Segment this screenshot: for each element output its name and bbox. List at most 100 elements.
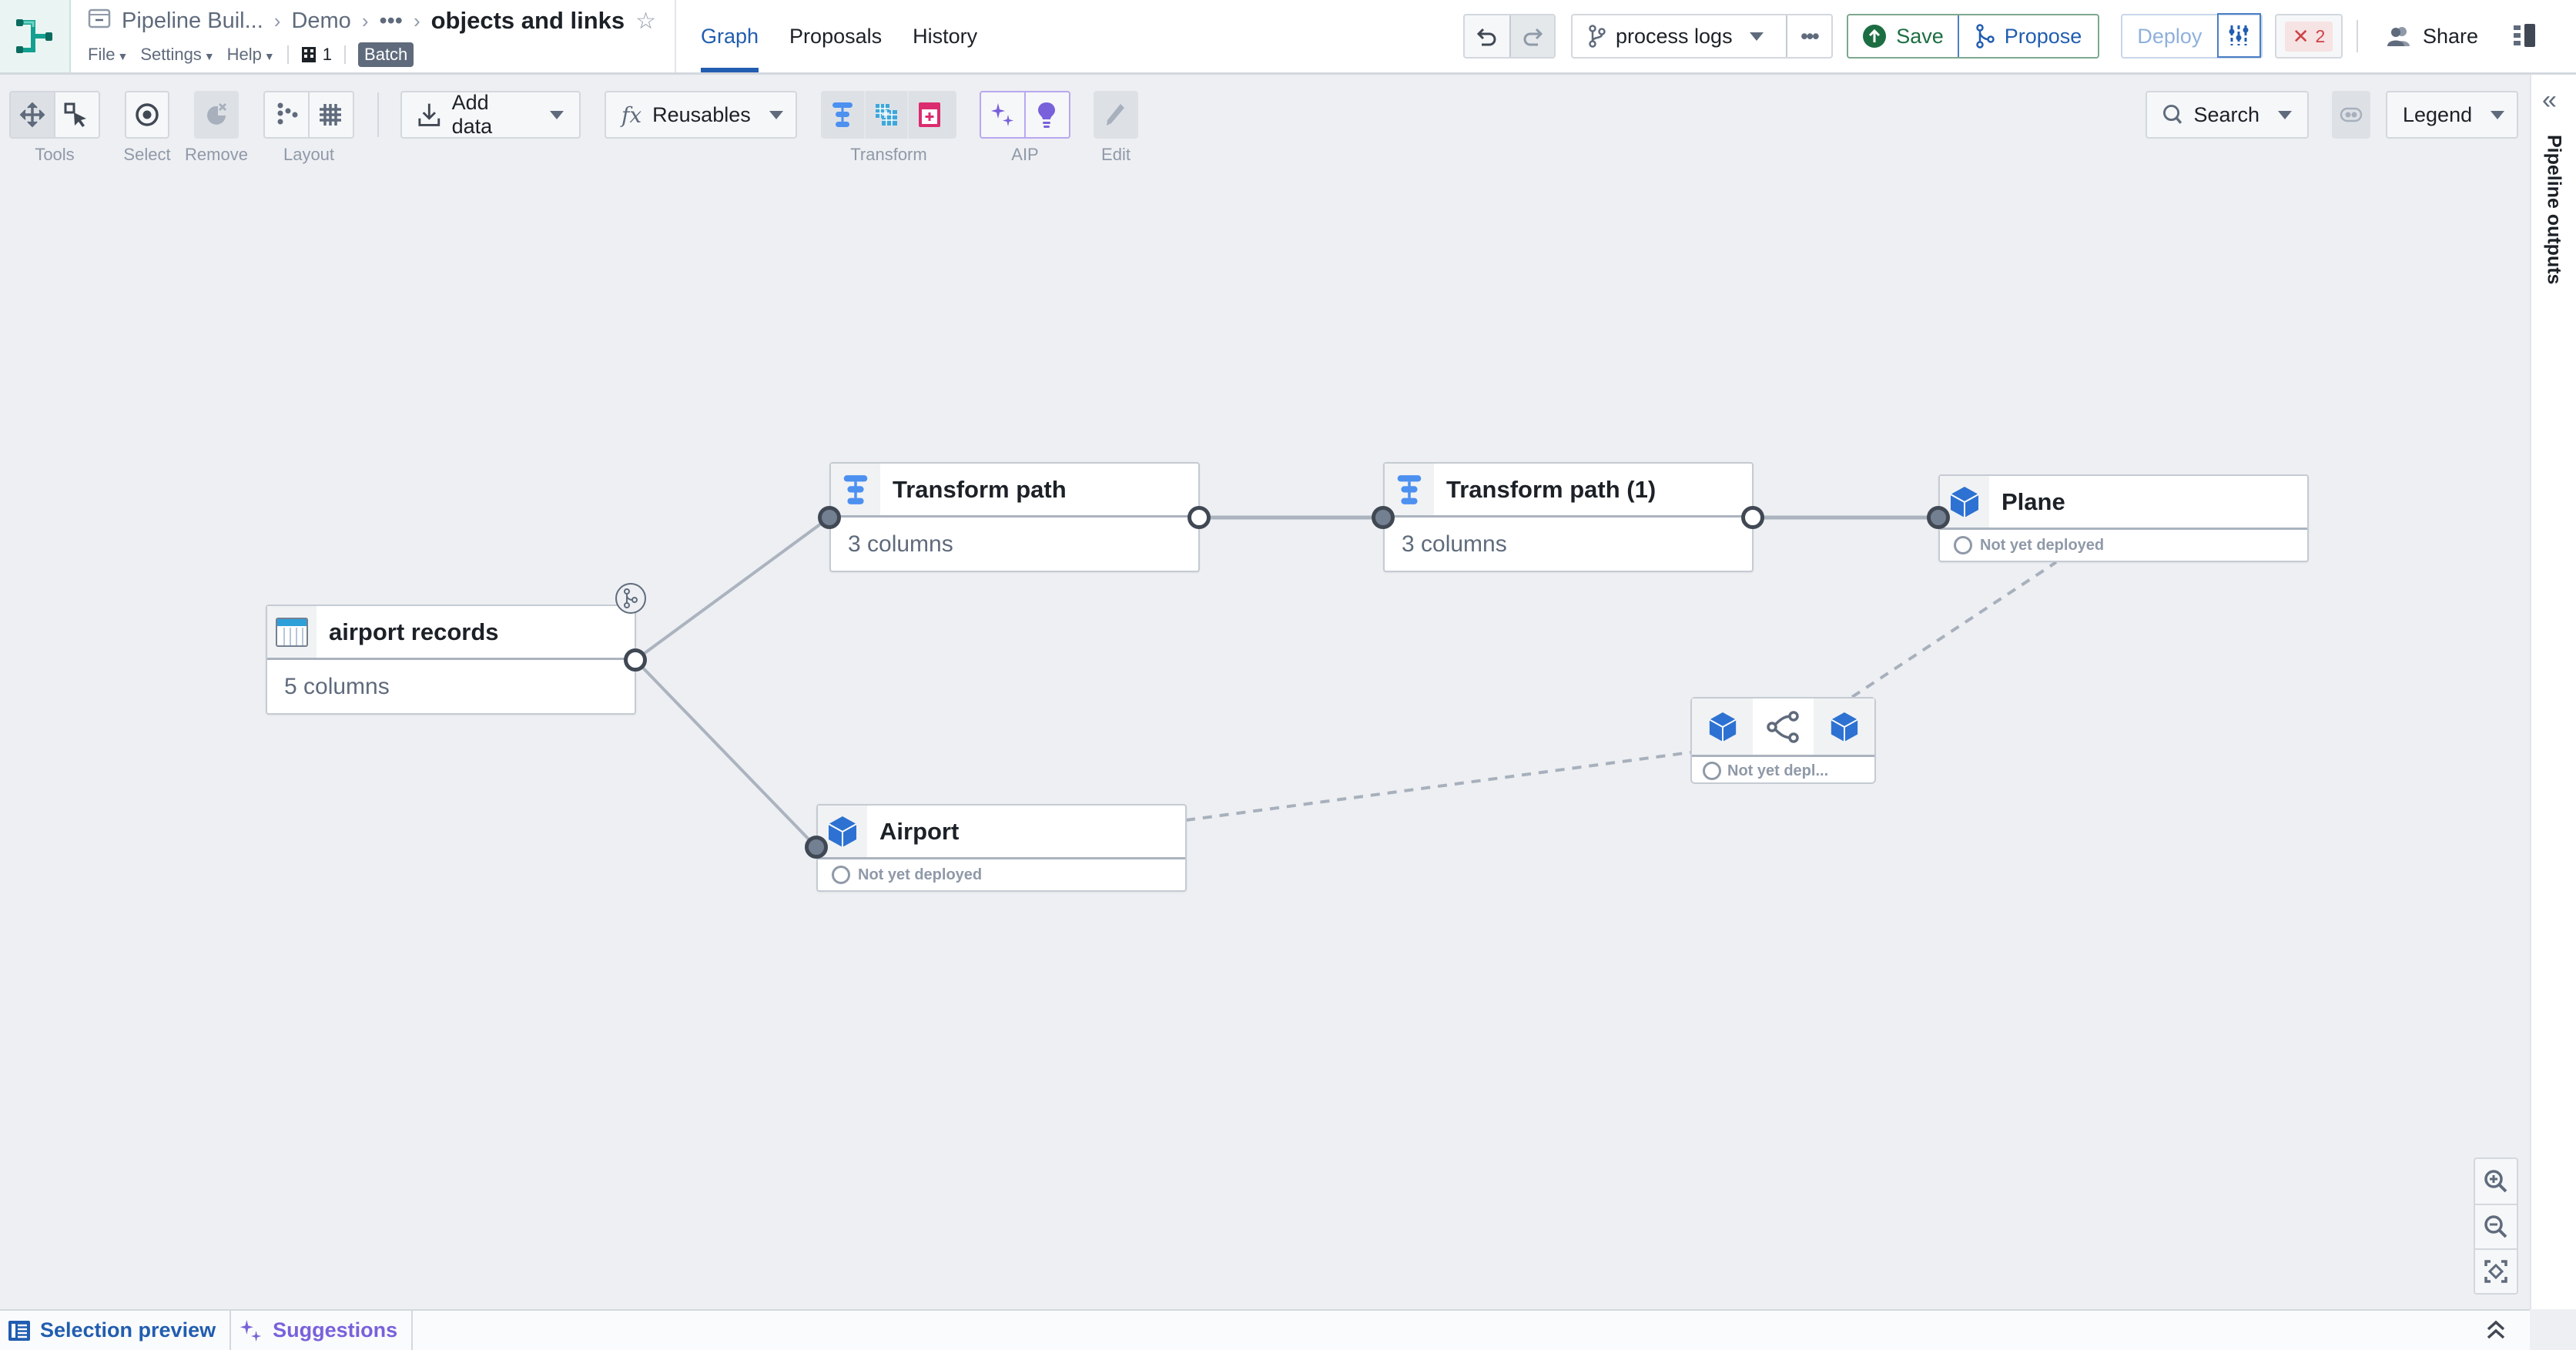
share-button[interactable]: Share xyxy=(2386,14,2478,59)
node-airport[interactable]: Airport Not yet deployed xyxy=(816,804,1187,892)
zoom-in-icon xyxy=(2484,1170,2507,1193)
legend-dropdown[interactable]: Legend xyxy=(2386,91,2518,139)
input-port[interactable] xyxy=(818,506,841,529)
breadcrumb-item-demo[interactable]: Demo xyxy=(291,8,350,34)
node-airport-records[interactable]: airport records 5 columns xyxy=(266,605,636,715)
chevrons-up-icon xyxy=(2487,1320,2505,1339)
input-port[interactable] xyxy=(1372,506,1395,529)
tools-group xyxy=(9,91,100,139)
search-dropdown[interactable]: Search xyxy=(2146,91,2309,139)
fit-to-screen-button[interactable] xyxy=(2475,1248,2517,1293)
propose-button[interactable]: Propose xyxy=(1958,15,2098,57)
panel-layout-button[interactable] xyxy=(2512,23,2538,52)
branch-badge[interactable] xyxy=(615,583,646,614)
move-icon xyxy=(19,102,45,128)
transform-path-button[interactable] xyxy=(821,91,864,139)
menu-help[interactable]: Help ▼ xyxy=(227,45,275,65)
node-title: airport records xyxy=(329,618,499,645)
aip-generate-button[interactable] xyxy=(981,92,1024,137)
breadcrumb: Pipeline Buil... › Demo › ••• › objects … xyxy=(88,5,656,37)
output-port[interactable] xyxy=(1188,506,1211,529)
breadcrumb-item-project[interactable]: Pipeline Buil... xyxy=(122,8,263,34)
git-merge-icon xyxy=(1975,24,1995,49)
zoom-out-icon xyxy=(2484,1215,2507,1238)
node-plane[interactable]: Plane Not yet deployed xyxy=(1938,474,2309,562)
node-transform-path[interactable]: Transform path 3 columns xyxy=(829,462,1200,572)
deploy-group: Deploy xyxy=(2121,13,2263,59)
bottom-panel-bar: Selection preview Suggestions xyxy=(0,1309,2530,1350)
output-port[interactable] xyxy=(624,648,647,672)
link-share-icon xyxy=(1753,698,1814,755)
remove-button[interactable] xyxy=(194,91,237,139)
star-outline-icon[interactable]: ☆ xyxy=(635,8,656,35)
tab-graph[interactable]: Graph xyxy=(685,0,774,72)
tab-selection-preview[interactable]: Selection preview xyxy=(0,1311,232,1350)
org-indicator[interactable]: 1 xyxy=(301,45,332,65)
caret-down-icon xyxy=(2278,110,2292,119)
join-button[interactable] xyxy=(864,91,907,139)
divider xyxy=(675,0,676,72)
node-transform-path-1[interactable]: Transform path (1) 3 columns xyxy=(1383,462,1754,572)
divider xyxy=(344,45,347,64)
git-branch-icon xyxy=(624,588,638,608)
expand-panel-button[interactable] xyxy=(2485,1318,2507,1345)
menu-settings[interactable]: Settings ▼ xyxy=(140,45,214,65)
menu-file[interactable]: File ▼ xyxy=(88,45,128,65)
chevrons-left-icon[interactable]: « xyxy=(2542,85,2557,116)
tab-history[interactable]: History xyxy=(897,0,993,72)
deploy-button[interactable]: Deploy xyxy=(2122,15,2217,57)
select-box-tool-button[interactable] xyxy=(54,92,97,137)
redo-button[interactable] xyxy=(1509,15,1554,57)
edit-button[interactable] xyxy=(1094,91,1137,139)
add-column-button[interactable] xyxy=(907,91,950,139)
zoom-in-button[interactable] xyxy=(2475,1159,2517,1204)
caret-down-icon xyxy=(550,110,564,119)
object-cube-icon xyxy=(1692,698,1753,755)
pan-tool-button[interactable] xyxy=(11,92,54,137)
save-button[interactable]: Save xyxy=(1848,15,1958,57)
transform-path-icon xyxy=(831,464,880,515)
output-port[interactable] xyxy=(1741,506,1764,529)
chevron-right-icon: › xyxy=(361,8,369,32)
remove-group xyxy=(194,91,239,139)
auto-layout-button[interactable] xyxy=(265,92,308,137)
node-link[interactable]: Not yet depl... xyxy=(1690,697,1876,784)
title-area: Pipeline Buil... › Demo › ••• › objects … xyxy=(88,5,656,68)
toggle-view-button[interactable] xyxy=(2332,91,2370,139)
breadcrumb-more-button[interactable]: ••• xyxy=(379,8,402,34)
branch-name: process logs xyxy=(1616,24,1733,48)
pipeline-outputs-label[interactable]: Pipeline outputs xyxy=(2543,135,2565,284)
chevron-right-icon: › xyxy=(273,8,281,32)
deploy-settings-button[interactable] xyxy=(2216,13,2261,58)
errors-button[interactable]: ✕ 2 xyxy=(2275,14,2343,59)
tab-proposals[interactable]: Proposals xyxy=(774,0,897,72)
aip-suggest-button[interactable] xyxy=(1024,92,1067,137)
node-detail: 3 columns xyxy=(1402,531,1507,557)
zoom-controls xyxy=(2474,1157,2518,1295)
branch-selector[interactable]: process logs xyxy=(1573,15,1786,57)
edge-link-to-plane xyxy=(1851,561,2058,698)
reusables-dropdown[interactable]: fx Reusables xyxy=(605,91,797,139)
save-propose-group: Save Propose xyxy=(1847,14,2099,59)
add-data-dropdown[interactable]: Add data xyxy=(400,91,581,139)
zoom-out-button[interactable] xyxy=(2475,1204,2517,1248)
error-count: 2 xyxy=(2315,25,2326,46)
app-header: Pipeline Buil... › Demo › ••• › objects … xyxy=(0,0,2576,75)
redo-icon xyxy=(1523,28,1543,46)
input-port[interactable] xyxy=(1927,506,1950,529)
deploy-status: Not yet depl... xyxy=(1692,757,1874,785)
aip-group xyxy=(980,91,1070,139)
tab-suggestions[interactable]: Suggestions xyxy=(231,1311,414,1350)
pipeline-builder-logo-icon[interactable] xyxy=(0,0,71,72)
panel-right-icon xyxy=(2514,24,2535,47)
more-options-button[interactable]: ••• xyxy=(1785,15,1831,57)
undo-button[interactable] xyxy=(1465,15,1509,57)
select-button[interactable] xyxy=(126,92,168,137)
target-icon xyxy=(136,103,159,126)
grid-layout-button[interactable] xyxy=(308,92,351,137)
node-title: Airport xyxy=(879,817,960,845)
input-port[interactable] xyxy=(805,836,828,859)
node-title: Plane xyxy=(2002,487,2065,515)
search-icon xyxy=(2163,104,2182,124)
node-title: Transform path (1) xyxy=(1446,475,1656,503)
